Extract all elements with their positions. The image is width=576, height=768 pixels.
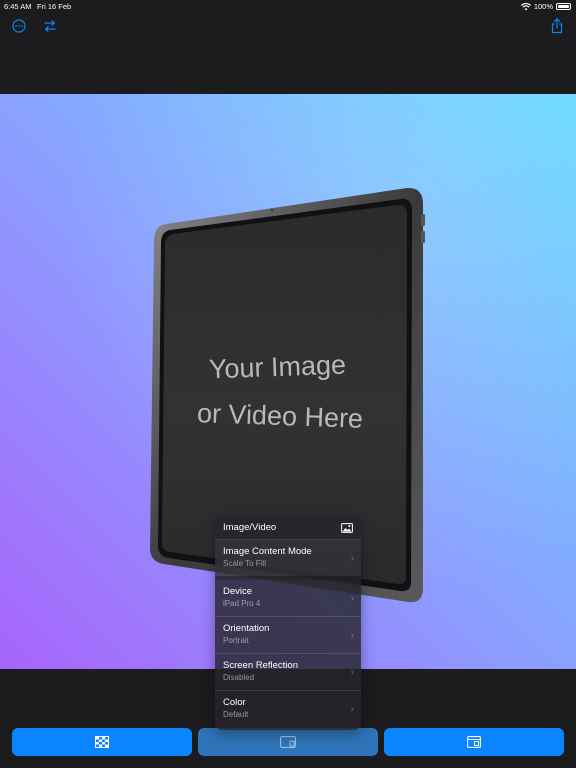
menu-header[interactable]: Image/Video: [215, 516, 361, 540]
menu-item-subtitle: Portrait: [223, 636, 249, 645]
menu-item-orientation[interactable]: Orientation Portrait ›: [215, 617, 361, 654]
menu-item-image-content-mode[interactable]: Image Content Mode Scale To Fill ›: [215, 540, 361, 580]
share-button[interactable]: [547, 16, 567, 36]
menu-item-title: Color: [223, 697, 246, 708]
menu-item-title: Orientation: [223, 623, 270, 634]
status-bar: 6:45 AM Fri 16 Feb 100%: [0, 0, 576, 14]
photo-icon: [341, 522, 353, 533]
wifi-icon: [520, 2, 531, 10]
more-options-button[interactable]: [9, 16, 29, 36]
status-time: 6:45 AM: [4, 2, 32, 11]
menu-item-subtitle: Default: [223, 710, 249, 719]
menu-item-subtitle: iPad Pro 4: [223, 599, 261, 608]
menu-item-subtitle: Scale To Fill: [223, 559, 266, 568]
menu-item-title: Device: [223, 586, 253, 597]
battery-percent: 100%: [533, 2, 553, 11]
checkerboard-icon: [95, 736, 109, 748]
image-video-menu: Image/Video Image Content Mode Scale To …: [215, 516, 361, 730]
chevron-right-icon: ›: [350, 630, 354, 641]
chevron-right-icon: ›: [350, 593, 354, 604]
layout-icon: [467, 736, 481, 748]
ellipsis-circle-icon: [12, 19, 26, 33]
chevron-right-icon: ›: [350, 667, 354, 678]
menu-item-subtitle: Disabled: [223, 673, 255, 682]
share-icon: [551, 18, 563, 34]
status-date: Fri 16 Feb: [37, 2, 72, 11]
status-right: 100%: [520, 2, 571, 11]
menu-item-device[interactable]: Device iPad Pro 4 ›: [215, 580, 361, 617]
battery-icon: [556, 3, 571, 10]
menu-header-label: Image/Video: [223, 522, 277, 533]
placeholder-line-1: Your Image: [208, 349, 347, 385]
menu-item-screen-reflection[interactable]: Screen Reflection Disabled ›: [215, 654, 361, 691]
menu-item-color[interactable]: Color Default ›: [215, 691, 361, 728]
device-icon: [280, 736, 296, 748]
background-button[interactable]: [12, 728, 192, 756]
arrows-swap-icon: [44, 20, 56, 32]
chevron-right-icon: ›: [350, 553, 354, 564]
menu-item-title: Screen Reflection: [223, 660, 298, 671]
menu-item-title: Image Content Mode: [223, 546, 312, 557]
swap-button[interactable]: [40, 16, 60, 36]
device-settings-button[interactable]: [198, 728, 378, 756]
chevron-right-icon: ›: [350, 704, 354, 715]
layout-button[interactable]: [384, 728, 564, 756]
